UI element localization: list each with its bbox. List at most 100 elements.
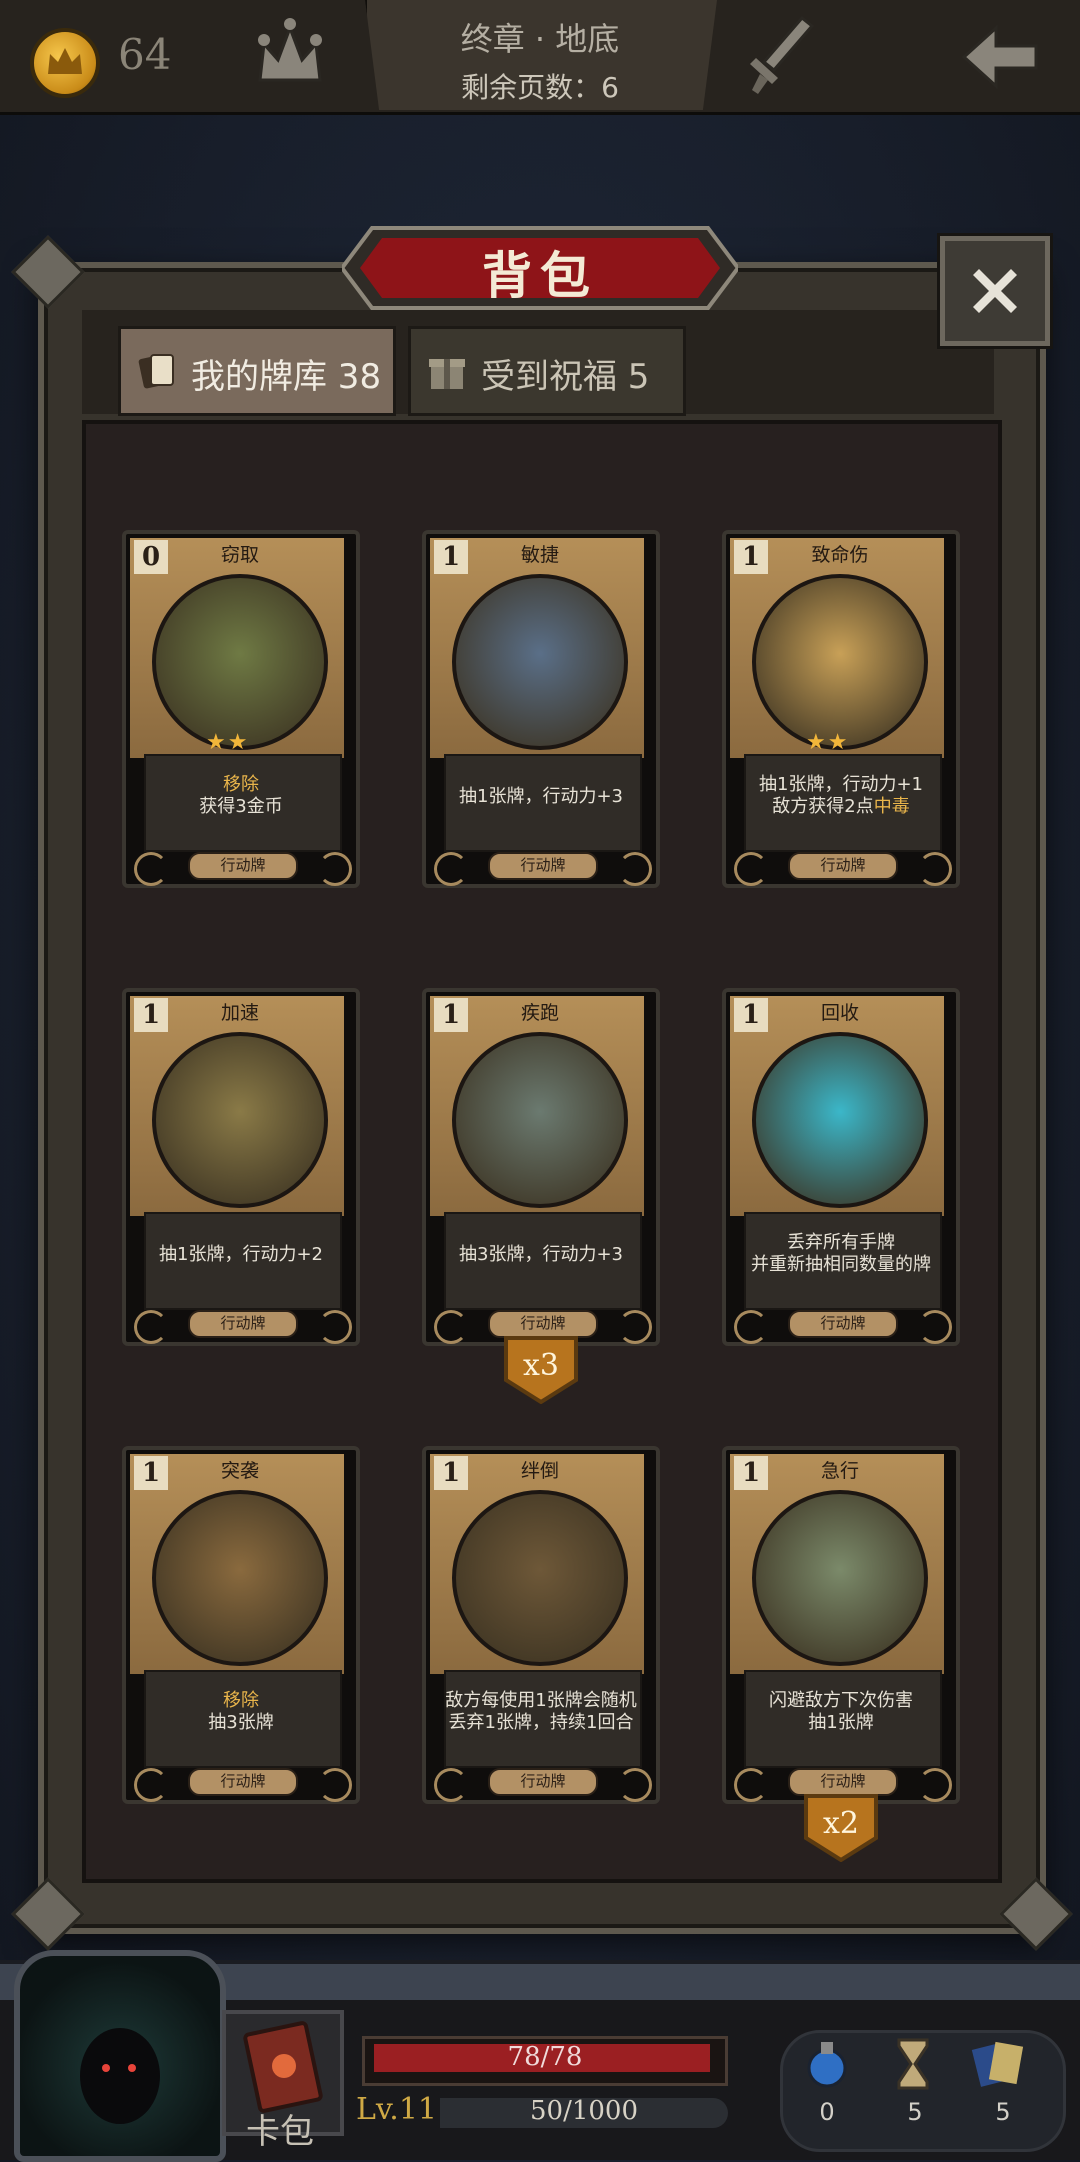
swirl-ornament [734,1310,768,1344]
swirl-ornament [434,1310,468,1344]
potion-icon[interactable] [802,2036,852,2096]
crown-icon[interactable] [250,14,330,94]
swirl-ornament [618,1768,652,1802]
swirl-ornament [618,1310,652,1344]
card-cost: 1 [134,1456,168,1490]
card[interactable]: 1 回收 丢弃所有手牌 并重新抽相同数量的牌 行动牌 [722,988,960,1346]
back-arrow-icon[interactable] [960,22,1040,92]
card-type: 行动牌 [820,856,866,874]
card-art [752,574,928,750]
card-cost: 1 [734,540,768,574]
card-desc-line2-text: 并重新抽相同数量的牌 [751,1254,931,1275]
card-desc: 抽3张牌 [208,1712,274,1733]
card-name: 致命伤 [811,544,869,566]
tab-blessings-label: 受到祝福 5 [481,357,650,397]
swirl-ornament [734,852,768,886]
card-art [152,1032,328,1208]
card-type: 行动牌 [220,1314,266,1332]
card-desc-line2: 丢弃1张牌，持续1回合 [444,1712,638,1734]
card-art [152,1490,328,1666]
swirl-ornament [434,852,468,886]
chapter-title: 终章 · 地底 [460,20,620,58]
card-count-badge: x3 [502,1336,580,1405]
card-desc: 抽1张牌，行动力+2 [159,1244,323,1265]
close-button[interactable] [940,236,1050,346]
card-desc: 丢弃所有手牌 [787,1232,895,1253]
card-stars: ★★ [806,730,850,755]
card[interactable]: 1 疾跑 抽3张牌，行动力+3 行动牌 [422,988,660,1346]
character-portrait[interactable] [14,1950,226,2162]
tab-blessings[interactable]: 受到祝福 5 [408,326,686,416]
swirl-ornament [134,852,168,886]
card[interactable]: 1 绊倒 敌方每使用1张牌会随机 丢弃1张牌，持续1回合 行动牌 [422,1446,660,1804]
card-desc-line2: 并重新抽相同数量的牌 [744,1254,938,1276]
card-name: 加速 [220,1002,259,1024]
swirl-ornament [434,1768,468,1802]
card-art [452,1032,628,1208]
card-stars: ★★ [206,730,250,755]
pages-remaining: 剩余页数：6 [461,71,619,104]
card[interactable]: 1 急行 闪避敌方下次伤害 抽1张牌 行动牌 [722,1446,960,1804]
card-name: 急行 [820,1460,859,1482]
card-type: 行动牌 [520,856,566,874]
card[interactable]: 1 敏捷 抽1张牌，行动力+3 行动牌 [422,530,660,888]
card-name: 回收 [820,1002,859,1024]
card-art [752,1490,928,1666]
card-cost: 0 [134,540,168,574]
modal-title: 背包 [482,247,598,305]
card-type: 行动牌 [220,856,266,874]
tab-my-deck[interactable]: 我的牌库 38 [118,326,396,416]
card-name: 突袭 [220,1460,259,1482]
cards-icon [135,349,179,397]
card-remove-tag: 移除 [223,1690,259,1711]
card-desc-line2: 抽1张牌 [744,1712,938,1734]
tab-my-deck-label: 我的牌库 38 [191,357,382,397]
card-count-badge: x2 [802,1794,880,1863]
card-stack-count: 5 [995,2098,1011,2126]
card[interactable]: 0 窃取 ★★ 移除 获得3金币 行动牌 [122,530,360,888]
card-art [452,1490,628,1666]
swirl-ornament [618,852,652,886]
card-desc: 获得3金币 [199,796,283,817]
card-cost: 1 [434,998,468,1032]
xp-text: 50/1000 [529,2096,638,2126]
crown-coin-icon [30,28,100,98]
card-name: 敏捷 [520,544,559,566]
card-desc: 抽1张牌，行动力+3 [459,786,623,807]
card-count-text: x3 [522,1348,559,1383]
card[interactable]: 1 致命伤 ★★ 抽1张牌，行动力+1 敌方获得2点中毒 行动牌 [722,530,960,888]
card-cost: 1 [734,998,768,1032]
card-desc: 抽1张牌，行动力+1 [759,774,923,795]
hourglass-icon[interactable] [893,2036,933,2096]
card-stack-icon[interactable] [970,2036,1030,2096]
card-type: 行动牌 [220,1772,266,1790]
sword-icon[interactable] [740,12,820,98]
card-art [752,1032,928,1208]
swirl-ornament [134,1310,168,1344]
card-cost: 1 [434,540,468,574]
card-art [152,574,328,750]
card-cost: 1 [434,1456,468,1490]
hp-text: 78/78 [507,2042,583,2072]
swirl-ornament [918,1768,952,1802]
gift-icon [425,349,469,397]
card-cost: 1 [134,998,168,1032]
poison-keyword: 中毒 [873,796,910,817]
card-name: 疾跑 [520,1002,559,1024]
swirl-ornament [918,1310,952,1344]
swirl-ornament [734,1768,768,1802]
card-desc-line2-text: 丢弃1张牌，持续1回合 [448,1712,634,1733]
card[interactable]: 1 加速 抽1张牌，行动力+2 行动牌 [122,988,360,1346]
book-icon [243,2021,323,2113]
card-name: 绊倒 [520,1460,559,1482]
swirl-ornament [318,1768,352,1802]
close-icon [973,269,1017,313]
card-remove-tag: 移除 [223,774,259,795]
hourglass-count: 5 [907,2098,923,2126]
card-desc-line2: 敌方获得2点中毒 [744,796,938,818]
swirl-ornament [918,852,952,886]
card-art [452,574,628,750]
card-type: 行动牌 [520,1772,566,1790]
card-desc: 抽3张牌，行动力+3 [459,1244,623,1265]
card[interactable]: 1 突袭 移除 抽3张牌 行动牌 [122,1446,360,1804]
